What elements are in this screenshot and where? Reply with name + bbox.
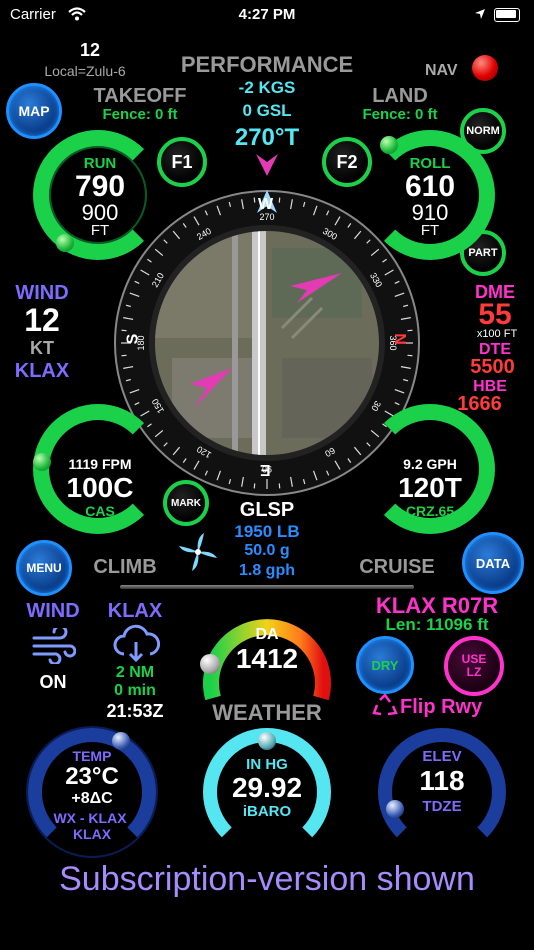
runway-length: Len: 11096 ft	[385, 615, 489, 634]
climb-cas-label: CAS	[85, 503, 115, 519]
weather-zulu-time: 21:53Z	[106, 701, 164, 721]
wind-icon[interactable]	[32, 628, 76, 664]
glsp-weight: 1950 LB	[234, 522, 300, 541]
recycle-icon[interactable]	[372, 694, 398, 718]
glsp-fuel: 50.0 g	[244, 542, 290, 559]
use-lz-button[interactable]: USE LZ	[444, 636, 504, 696]
weather-wind-title: WIND	[26, 600, 80, 622]
temp-label: TEMP	[72, 748, 112, 764]
runway-dry-button[interactable]: DRY	[356, 636, 414, 694]
takeoff-title: TAKEOFF	[93, 85, 187, 107]
data-button[interactable]: DATA	[462, 532, 524, 594]
cloud-download-icon[interactable]	[112, 624, 160, 664]
glsp-fuel-rate: 1.8 gph	[238, 562, 295, 579]
status-bar: Carrier 4:27 PM	[0, 0, 534, 30]
page-title: PERFORMANCE	[180, 52, 354, 77]
location-arrow-icon	[475, 9, 485, 19]
map-button[interactable]: MAP	[6, 83, 62, 139]
weather-title: WEATHER	[212, 700, 322, 725]
weather-age: 0 min	[114, 682, 156, 699]
heading-bug-icon	[256, 154, 278, 176]
elev-sub-label: TDZE	[422, 798, 462, 815]
propeller-icon	[179, 533, 217, 571]
baro-sub-label: iBARO	[242, 803, 292, 820]
weather-wind-state: ON	[39, 672, 67, 692]
dme-value: 55	[478, 298, 512, 331]
flip-runway-button[interactable]: Flip Rwy	[400, 696, 482, 719]
use-lz-label-bottom: LZ	[466, 665, 482, 679]
day-number: 12	[79, 40, 101, 60]
da-label: DA	[255, 626, 279, 643]
temp-station: KLAX	[72, 826, 112, 842]
cruise-power-label: CRZ.65	[405, 503, 455, 519]
heading-readout: 270°T	[234, 124, 300, 151]
roll-gauge-knob[interactable]	[380, 136, 398, 154]
kgs-readout: -2 KGS	[238, 78, 296, 97]
elev-label: ELEV	[422, 748, 462, 765]
cruise-speed: 120T	[398, 472, 462, 503]
glsp-title: GLSP	[239, 499, 295, 521]
gsl-readout: 0 GSL	[242, 101, 292, 120]
weather-distance: 2 NM	[115, 664, 155, 681]
baro-value: 29.92	[231, 772, 303, 803]
da-value: 1412	[235, 643, 299, 674]
compass-south-label: S	[124, 333, 142, 345]
wind-speed: 12	[24, 302, 60, 338]
f2-button[interactable]: F2	[322, 137, 372, 187]
temp-source: WX - KLAX	[53, 810, 127, 826]
weather-station: KLAX	[107, 600, 163, 622]
nav-label: NAV	[425, 62, 458, 79]
wind-airport: KLAX	[14, 360, 70, 382]
elev-value: 118	[419, 765, 465, 796]
menu-button[interactable]: MENU	[16, 540, 72, 596]
cruise-fuel-flow: 9.2 GPH	[403, 456, 457, 472]
clock: 4:27 PM	[238, 6, 296, 23]
compass-east-label: E	[260, 461, 271, 478]
temp-value: 23°C	[65, 763, 119, 790]
battery-icon	[494, 8, 520, 22]
land-fence: Fence: 0 ft	[362, 106, 438, 123]
dte-value: 5500	[470, 356, 515, 378]
climb-title: CLIMB	[93, 556, 157, 578]
nav-status-light[interactable]	[472, 55, 498, 81]
climb-speed: 100C	[66, 472, 134, 503]
compass-west-label: W	[258, 196, 274, 213]
baro-gauge-knob[interactable]	[258, 732, 276, 750]
climb-rate: 1119 FPM	[68, 456, 132, 472]
subscription-banner: Subscription-version shown	[59, 860, 475, 898]
compass-north-label: N	[390, 333, 408, 345]
timezone-label: Local=Zulu-6	[44, 63, 126, 79]
temp-delta: +8ΔC	[71, 790, 113, 807]
takeoff-fence: Fence: 0 ft	[102, 106, 178, 123]
section-divider[interactable]	[120, 585, 414, 589]
baro-label: IN HG	[246, 756, 288, 773]
dme-unit: x100 FT	[476, 328, 518, 340]
cruise-title: CRUISE	[359, 556, 435, 578]
land-title: LAND	[372, 85, 428, 107]
f1-button[interactable]: F1	[157, 137, 207, 187]
wind-unit: KT	[30, 338, 54, 358]
